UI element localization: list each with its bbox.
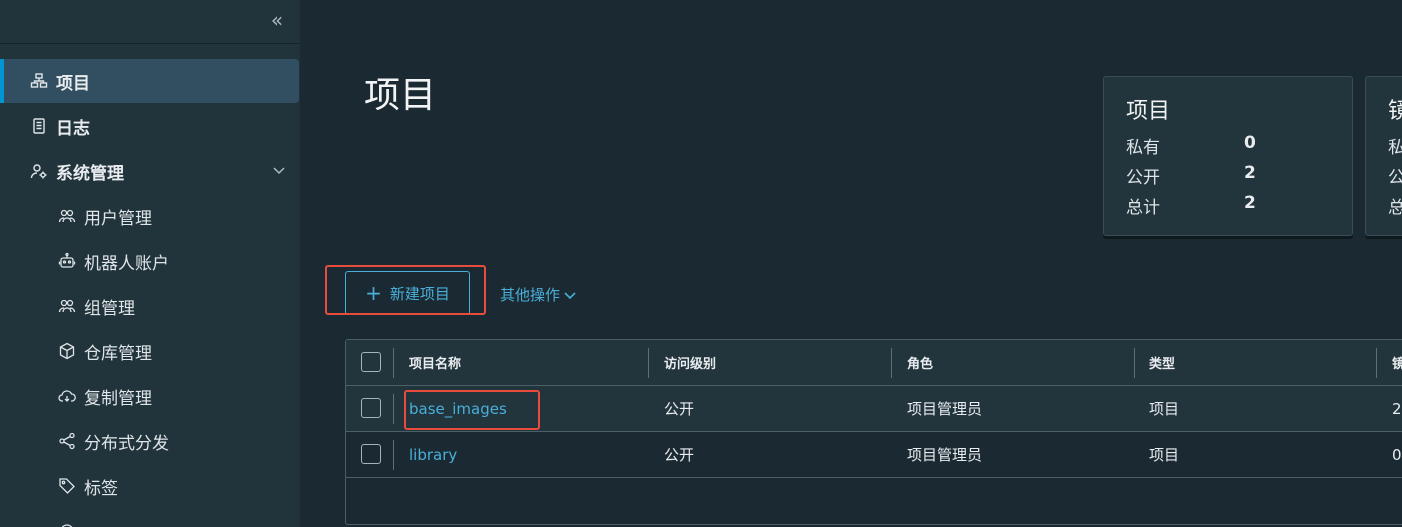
stat-label: 总 [1388,198,1402,218]
row-checkbox[interactable] [361,398,381,418]
sidebar-item-distributions[interactable]: 分布式分发 [0,419,300,463]
users-icon [58,207,76,225]
column-separator[interactable] [1134,348,1135,378]
robot-icon [58,252,76,270]
sidebar-divider [0,43,300,44]
sidebar-item-logs[interactable]: 日志 [0,104,300,148]
sidebar-item-label: 用户管理 [84,208,152,229]
sidebar-item-registries[interactable]: 仓库管理 [0,329,300,373]
sidebar-item-users[interactable]: 用户管理 [0,194,300,238]
partial-icon [58,522,76,527]
more-actions-label: 其他操作 [500,286,561,304]
sidebar-item-label: 分布式分发 [84,433,169,454]
table-header-row: 项目名称 访问级别 角色 类型 镜 [346,340,1402,386]
row-checkbox[interactable] [361,444,381,464]
type-cell: 项目 [1149,400,1180,418]
column-separator[interactable] [891,348,892,378]
card-title: 镜 [1388,99,1402,124]
repositories-cell: 0 [1392,445,1402,464]
project-name-link[interactable]: library [409,432,457,477]
stat-label: 私 [1388,138,1402,158]
chevron-down-icon [564,291,576,299]
project-name-link[interactable]: base_images [409,386,507,431]
logs-icon [30,117,48,135]
column-separator [393,394,394,424]
sidebar-item-label: 仓库管理 [84,343,152,364]
stat-value-public: 2 [1244,163,1256,183]
table-row: base_images 公开 项目管理员 项目 2 [346,386,1402,432]
plus-icon: + [365,281,382,305]
stat-label-public: 公开 [1126,168,1160,188]
chevron-down-icon[interactable] [272,163,286,177]
sidebar-item-administration[interactable]: 系统管理 [0,149,300,193]
groups-icon [58,297,76,315]
projects-table: 项目名称 访问级别 角色 类型 镜 base_images 公开 项目管理员 项… [345,339,1402,525]
new-project-button[interactable]: + 新建项目 [345,271,470,315]
stat-label: 公 [1388,168,1402,188]
select-all-checkbox[interactable] [361,352,381,372]
sidebar-item-label: 复制管理 [84,388,152,409]
role-cell: 项目管理员 [907,400,983,418]
sidebar: « 项目 日志 系统管理 用户管理 机器人账户 组管理 仓库管理 复制管理 分布… [0,0,300,527]
sidebar-item-label: 机器人账户 [84,253,169,274]
distribution-icon [58,432,76,450]
replication-icon [58,387,76,405]
type-cell: 项目 [1149,446,1180,464]
header-role[interactable]: 角色 [907,340,933,385]
sidebar-item-robot-accounts[interactable]: 机器人账户 [0,239,300,283]
stat-value-private: 0 [1244,133,1256,153]
admin-icon [30,162,48,180]
projects-summary-card: 项目 私有 0 公开 2 总计 2 [1103,76,1353,236]
stat-label-private: 私有 [1126,138,1160,158]
table-row: library 公开 项目管理员 项目 0 [346,432,1402,478]
new-project-label: 新建项目 [389,284,450,303]
registry-icon [58,342,76,360]
sidebar-item-projects[interactable]: 项目 [0,59,299,103]
sidebar-item-label: 系统管理 [56,163,124,184]
header-type[interactable]: 类型 [1149,340,1175,385]
sidebar-item-replications[interactable]: 复制管理 [0,374,300,418]
stat-value-total: 2 [1244,193,1256,213]
column-separator[interactable] [648,348,649,378]
sidebar-item-label: 组管理 [84,298,135,319]
sidebar-item-label: 日志 [56,118,90,139]
sidebar-item-partial[interactable] [0,509,300,527]
repos-summary-card: 镜 私 公 总 [1365,76,1402,236]
column-separator [393,440,394,470]
card-title: 项目 [1126,99,1171,124]
column-separator[interactable] [1376,348,1377,378]
header-project-name[interactable]: 项目名称 [409,340,461,385]
projects-icon [30,72,48,90]
tag-icon [58,477,76,495]
access-level-cell: 公开 [664,400,695,418]
sidebar-item-label: 标签 [84,478,118,499]
header-access-level[interactable]: 访问级别 [664,340,716,385]
sidebar-item-labels[interactable]: 标签 [0,464,300,508]
page-title: 项目 [364,75,437,116]
header-repositories[interactable]: 镜 [1392,340,1402,385]
repositories-cell: 2 [1392,399,1402,418]
access-level-cell: 公开 [664,446,695,464]
more-actions-dropdown[interactable]: 其他操作 [500,284,577,305]
sidebar-item-label: 项目 [56,73,90,94]
column-separator [393,348,394,378]
sidebar-item-groups[interactable]: 组管理 [0,284,300,328]
double-chevron-left-icon[interactable]: « [266,8,288,32]
role-cell: 项目管理员 [907,446,983,464]
stat-label-total: 总计 [1126,198,1160,218]
